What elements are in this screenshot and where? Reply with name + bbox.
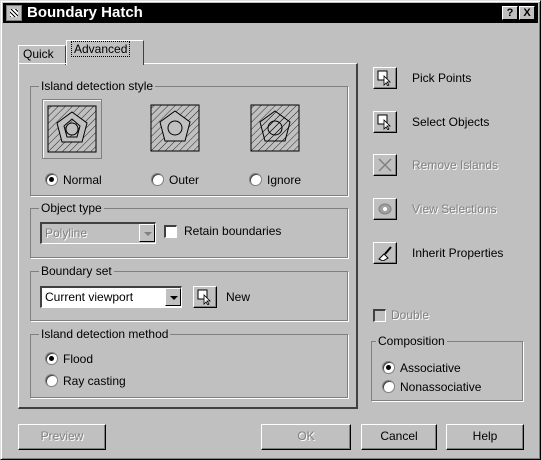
ignore-style-image	[250, 104, 300, 152]
ignore-label: Ignore	[267, 173, 302, 187]
outer-label: Outer	[169, 173, 200, 187]
select-objects-label: Select Objects	[412, 115, 490, 129]
advanced-tab-panel: Island detection style Normal Outer Igno…	[18, 63, 358, 409]
new-boundary-set-button[interactable]	[193, 286, 217, 308]
composition-title: Composition	[376, 334, 447, 348]
new-label: New	[226, 290, 251, 304]
app-icon	[6, 5, 22, 21]
island-detection-style-group: Island detection style Normal Outer Igno…	[30, 79, 348, 196]
outer-radio[interactable]	[151, 173, 164, 186]
inherit-properties-label: Inherit Properties	[412, 246, 504, 260]
object-type-title: Object type	[39, 201, 104, 215]
chevron-down-icon	[139, 224, 155, 242]
normal-style-image	[47, 105, 97, 153]
island-detection-style-title: Island detection style	[39, 79, 156, 93]
double-checkbox[interactable]	[373, 309, 386, 322]
inherit-properties-icon	[378, 246, 392, 261]
normal-radio[interactable]	[45, 173, 58, 186]
remove-islands-button[interactable]	[373, 154, 397, 176]
normal-style-preview[interactable]	[42, 99, 102, 159]
associative-label: Associative	[400, 361, 461, 375]
select-objects-icon	[377, 114, 391, 130]
boundary-set-value: Current viewport	[45, 290, 134, 304]
boundary-hatch-dialog: Boundary Hatch ? X Quick Advanced Island…	[0, 0, 541, 460]
pick-points-button[interactable]	[373, 67, 397, 89]
retain-boundaries-checkbox[interactable]	[164, 225, 177, 238]
object-type-value: Polyline	[45, 226, 88, 240]
help-button[interactable]: Help	[446, 424, 524, 450]
boundary-set-select[interactable]: Current viewport	[40, 286, 182, 308]
retain-boundaries-label: Retain boundaries	[184, 224, 282, 238]
ray-casting-label: Ray casting	[63, 374, 126, 388]
title-bar: Boundary Hatch ? X	[3, 3, 538, 23]
pick-points-icon	[377, 70, 391, 86]
tab-quick-label: Quick	[23, 47, 54, 61]
remove-islands-icon	[378, 158, 392, 172]
island-detection-method-title: Island detection method	[39, 327, 171, 341]
pick-points-label: Pick Points	[412, 71, 472, 85]
ignore-radio[interactable]	[249, 173, 262, 186]
associative-radio[interactable]	[382, 361, 395, 374]
tab-advanced[interactable]: Advanced	[66, 40, 144, 65]
nonassociative-label: Nonassociative	[400, 380, 482, 394]
flood-radio[interactable]	[45, 352, 58, 365]
cancel-button[interactable]: Cancel	[361, 424, 437, 450]
remove-islands-label: Remove Islands	[412, 158, 499, 172]
title-help-button[interactable]: ?	[502, 6, 518, 20]
outer-style-image	[150, 104, 200, 152]
boundary-set-group: Boundary set Current viewport New	[30, 264, 348, 321]
outer-style-preview[interactable]	[146, 99, 206, 159]
nonassociative-radio[interactable]	[382, 380, 395, 393]
composition-group: Composition Associative Nonassociative	[371, 334, 523, 401]
tab-quick[interactable]: Quick	[18, 45, 66, 65]
island-detection-method-group: Island detection method Flood Ray castin…	[30, 327, 348, 398]
view-selections-label: View Selections	[412, 202, 497, 216]
boundary-set-title: Boundary set	[39, 264, 114, 278]
preview-button[interactable]: Preview	[18, 424, 106, 450]
object-type-select[interactable]: Polyline	[40, 222, 156, 244]
window-title: Boundary Hatch	[27, 4, 143, 21]
ok-button[interactable]: OK	[261, 424, 351, 450]
view-selections-button[interactable]	[373, 198, 397, 220]
ray-casting-radio[interactable]	[45, 374, 58, 387]
flood-label: Flood	[63, 352, 94, 366]
chevron-down-icon	[165, 288, 181, 306]
title-close-button[interactable]: X	[519, 6, 535, 20]
normal-label: Normal	[63, 173, 102, 187]
select-objects-button[interactable]	[373, 111, 397, 133]
select-arrow-icon	[197, 289, 211, 305]
object-type-group: Object type Polyline Retain boundaries	[30, 201, 348, 258]
tab-advanced-label: Advanced	[71, 41, 131, 57]
inherit-properties-button[interactable]	[373, 242, 397, 264]
ignore-style-preview[interactable]	[246, 99, 306, 159]
double-label: Double	[391, 308, 430, 322]
view-selections-icon	[378, 203, 392, 215]
